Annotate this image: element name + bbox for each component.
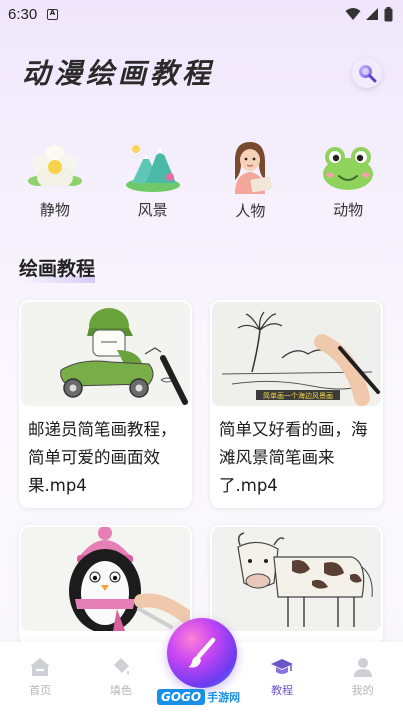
tutorial-card[interactable] [210,525,383,645]
notification-icon [47,8,59,20]
video-thumbnail [21,527,190,631]
create-drawing-button[interactable] [167,618,237,688]
graduation-cap-icon [271,659,294,674]
mountain-icon [125,144,180,192]
tutorial-card[interactable] [19,525,192,645]
status-bar: 6:30 [0,0,403,28]
video-thumbnail [21,302,190,406]
category-label: 静物 [39,201,70,219]
category-people[interactable]: 人物 [210,140,290,220]
nav-profile[interactable]: 我的 [328,656,398,716]
person-icon [235,142,273,194]
tutorial-title: 邮递员简笔画教程，简单可爱的画面效果.mp4 [28,420,177,495]
category-animals[interactable]: 动物 [308,140,388,220]
tutorial-card[interactable]: 邮递员简笔画教程，简单可爱的画面效果.mp4 [19,300,192,508]
video-thumbnail [212,527,381,631]
thumbnail-caption: 简单画一个海边风景画 [263,391,333,400]
video-thumbnail: 简单画一个海边风景画 [212,302,381,406]
watermark-brand: 手游网 [207,691,241,704]
user-icon [353,658,372,677]
category-label: 风景 [137,201,168,219]
section-title: 绘画教程 [19,254,96,283]
category-row: 静物 风景 人物 动物 [0,140,403,220]
watermark: GOGO 手游网 [157,687,240,707]
section-title-text: 绘画教程 [19,258,96,280]
nav-coloring[interactable]: 填色 [86,656,156,716]
signal-icon [366,8,378,20]
battery-icon [384,6,393,21]
flower-icon [27,144,82,187]
category-landscape[interactable]: 风景 [113,140,193,220]
category-label: 动物 [333,201,364,219]
nav-tutorial[interactable]: 教程 [247,656,317,716]
paint-bucket-icon [113,658,129,675]
cow-drawing [212,527,381,631]
wifi-icon [345,8,361,20]
watermark-logo: GOGO [157,689,206,705]
home-icon [30,658,51,676]
category-still-life[interactable]: 静物 [15,140,95,220]
frog-icon [323,146,374,190]
status-time: 6:30 [8,5,38,23]
nav-label: 教程 [271,684,294,697]
category-label: 人物 [235,202,266,220]
search-button[interactable] [352,58,382,88]
nav-label: 填色 [109,684,132,697]
nav-label: 我的 [351,684,374,697]
beach-drawing: 简单画一个海边风景画 [212,302,381,406]
penguin-drawing [21,527,190,631]
brush-icon [188,637,216,668]
tutorial-card[interactable]: 简单画一个海边风景画 简单又好看的画，海滩风景简笔画来了.mp4 [210,300,383,508]
nav-home[interactable]: 首页 [5,656,75,716]
tutorial-title: 简单又好看的画，海滩风景简笔画来了.mp4 [219,420,368,495]
search-icon [359,65,377,83]
app-title: 动漫绘画教程 [22,57,215,90]
nav-label: 首页 [29,684,52,697]
mailman-scooter-drawing [21,302,190,406]
